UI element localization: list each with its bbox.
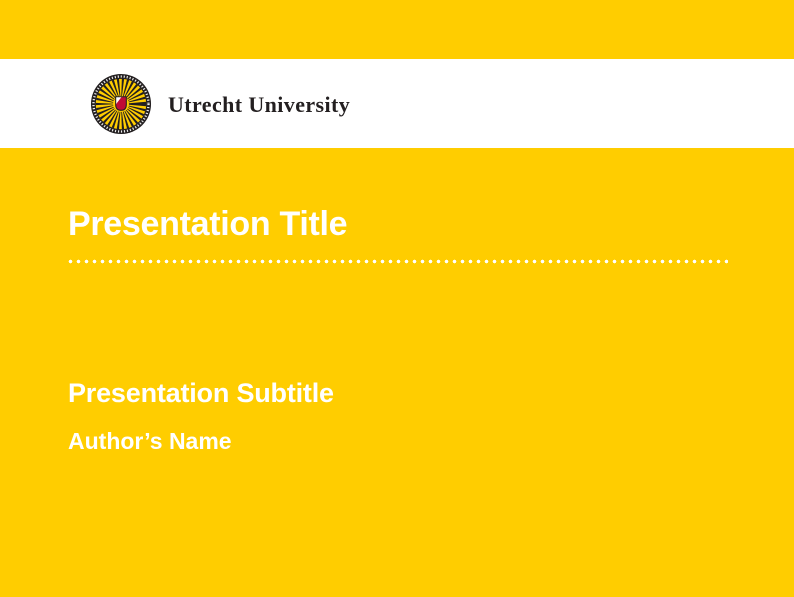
slide-body: Presentation Title Presentation Subtitle…: [0, 148, 794, 597]
utrecht-university-seal-icon: [90, 73, 152, 135]
header-band: Utrecht University: [0, 59, 794, 148]
title-slide: Utrecht University Presentation Title Pr…: [0, 0, 794, 597]
presentation-subtitle: Presentation Subtitle: [68, 380, 334, 407]
shield-emblem: [116, 96, 127, 110]
author-name: Author’s Name: [68, 430, 232, 453]
top-yellow-band: [0, 0, 794, 59]
presentation-title: Presentation Title: [68, 207, 347, 241]
university-brand: Utrecht University: [90, 73, 350, 135]
dotted-divider: [68, 259, 728, 264]
university-name: Utrecht University: [168, 90, 350, 118]
